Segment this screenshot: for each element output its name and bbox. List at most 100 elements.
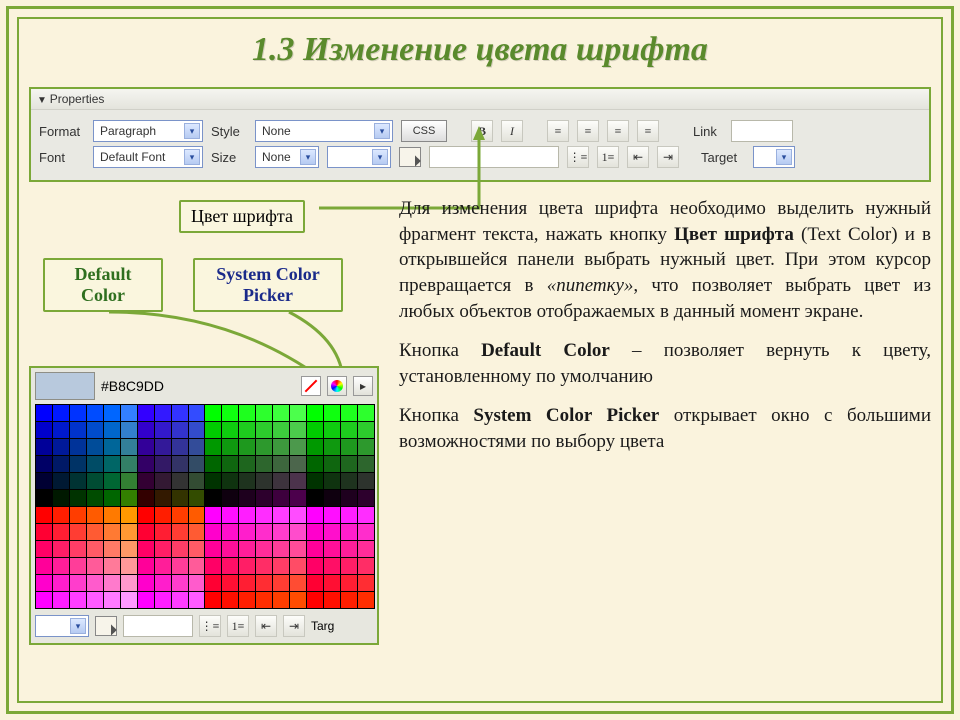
color-swatch[interactable] <box>273 575 289 591</box>
color-swatch[interactable] <box>256 405 272 421</box>
color-swatch[interactable] <box>358 439 374 455</box>
color-swatch[interactable] <box>358 524 374 540</box>
color-swatch[interactable] <box>256 439 272 455</box>
font-select[interactable]: Default Font ▾ <box>93 146 203 168</box>
color-swatch[interactable] <box>70 507 86 523</box>
color-swatch[interactable] <box>172 422 188 438</box>
color-swatch[interactable] <box>205 575 221 591</box>
color-swatch[interactable] <box>256 473 272 489</box>
color-swatch[interactable] <box>205 405 221 421</box>
color-swatch[interactable] <box>70 490 86 506</box>
color-swatch[interactable] <box>138 422 154 438</box>
color-swatch[interactable] <box>155 456 171 472</box>
color-swatch[interactable] <box>172 524 188 540</box>
color-swatch[interactable] <box>87 524 103 540</box>
color-swatch[interactable] <box>256 490 272 506</box>
color-swatch[interactable] <box>239 507 255 523</box>
picker-size-select[interactable]: ▾ <box>35 615 89 637</box>
color-swatch[interactable] <box>239 490 255 506</box>
color-swatch[interactable] <box>189 473 205 489</box>
color-swatch[interactable] <box>121 558 137 574</box>
color-swatch[interactable] <box>172 592 188 608</box>
color-swatch[interactable] <box>36 473 52 489</box>
color-swatch[interactable] <box>189 575 205 591</box>
color-swatch[interactable] <box>172 490 188 506</box>
css-button[interactable]: CSS <box>401 120 447 142</box>
color-swatch[interactable] <box>155 405 171 421</box>
color-swatch[interactable] <box>53 405 69 421</box>
color-swatch[interactable] <box>138 507 154 523</box>
color-swatch[interactable] <box>70 558 86 574</box>
color-swatch[interactable] <box>104 541 120 557</box>
color-swatch[interactable] <box>358 473 374 489</box>
color-swatch[interactable] <box>138 405 154 421</box>
color-swatch[interactable] <box>256 456 272 472</box>
color-swatch[interactable] <box>87 575 103 591</box>
color-swatch[interactable] <box>324 422 340 438</box>
color-swatch[interactable] <box>70 456 86 472</box>
color-swatch[interactable] <box>273 541 289 557</box>
color-swatch[interactable] <box>36 456 52 472</box>
color-swatch[interactable] <box>341 592 357 608</box>
color-swatch[interactable] <box>256 507 272 523</box>
color-swatch[interactable] <box>121 490 137 506</box>
color-swatch[interactable] <box>358 490 374 506</box>
color-swatch[interactable] <box>172 456 188 472</box>
color-swatch[interactable] <box>155 473 171 489</box>
target-select[interactable]: ▾ <box>753 146 795 168</box>
color-swatch[interactable] <box>222 456 238 472</box>
color-swatch[interactable] <box>358 541 374 557</box>
color-swatch[interactable] <box>155 592 171 608</box>
color-swatch[interactable] <box>273 439 289 455</box>
color-swatch[interactable] <box>87 507 103 523</box>
color-swatch[interactable] <box>104 405 120 421</box>
color-swatch[interactable] <box>53 592 69 608</box>
color-swatch[interactable] <box>172 439 188 455</box>
color-swatch[interactable] <box>138 456 154 472</box>
color-swatch[interactable] <box>239 422 255 438</box>
color-swatch[interactable] <box>189 592 205 608</box>
color-swatch[interactable] <box>70 405 86 421</box>
color-swatch[interactable] <box>239 473 255 489</box>
color-swatch[interactable] <box>104 456 120 472</box>
color-swatch[interactable] <box>222 558 238 574</box>
color-swatch[interactable] <box>358 405 374 421</box>
color-swatch[interactable] <box>239 541 255 557</box>
color-swatch[interactable] <box>189 524 205 540</box>
color-swatch[interactable] <box>87 558 103 574</box>
color-swatch[interactable] <box>290 541 306 557</box>
color-swatch[interactable] <box>358 422 374 438</box>
color-swatch[interactable] <box>341 405 357 421</box>
color-swatch[interactable] <box>205 456 221 472</box>
color-swatch[interactable] <box>358 592 374 608</box>
color-swatch[interactable] <box>138 558 154 574</box>
color-swatch[interactable] <box>155 558 171 574</box>
color-swatch[interactable] <box>307 558 323 574</box>
color-swatch[interactable] <box>87 405 103 421</box>
color-swatch[interactable] <box>273 592 289 608</box>
color-swatch[interactable] <box>324 473 340 489</box>
color-swatch[interactable] <box>138 490 154 506</box>
color-swatch[interactable] <box>138 439 154 455</box>
color-swatch[interactable] <box>307 422 323 438</box>
align-right-button[interactable]: ≡ <box>607 120 629 142</box>
color-swatch[interactable] <box>104 558 120 574</box>
color-swatch[interactable] <box>341 575 357 591</box>
color-swatch[interactable] <box>87 541 103 557</box>
color-swatch[interactable] <box>273 456 289 472</box>
color-swatch[interactable] <box>70 473 86 489</box>
color-swatch[interactable] <box>172 405 188 421</box>
color-swatch[interactable] <box>222 490 238 506</box>
color-swatch[interactable] <box>307 507 323 523</box>
color-swatch[interactable] <box>307 575 323 591</box>
color-swatch[interactable] <box>87 473 103 489</box>
color-input[interactable] <box>429 146 559 168</box>
color-swatch[interactable] <box>273 422 289 438</box>
color-swatch[interactable] <box>36 575 52 591</box>
color-swatch[interactable] <box>290 490 306 506</box>
format-select[interactable]: Paragraph ▾ <box>93 120 203 142</box>
color-swatch[interactable] <box>53 439 69 455</box>
picker-text-input[interactable] <box>123 615 193 637</box>
color-swatch[interactable] <box>36 490 52 506</box>
color-swatch[interactable] <box>324 405 340 421</box>
